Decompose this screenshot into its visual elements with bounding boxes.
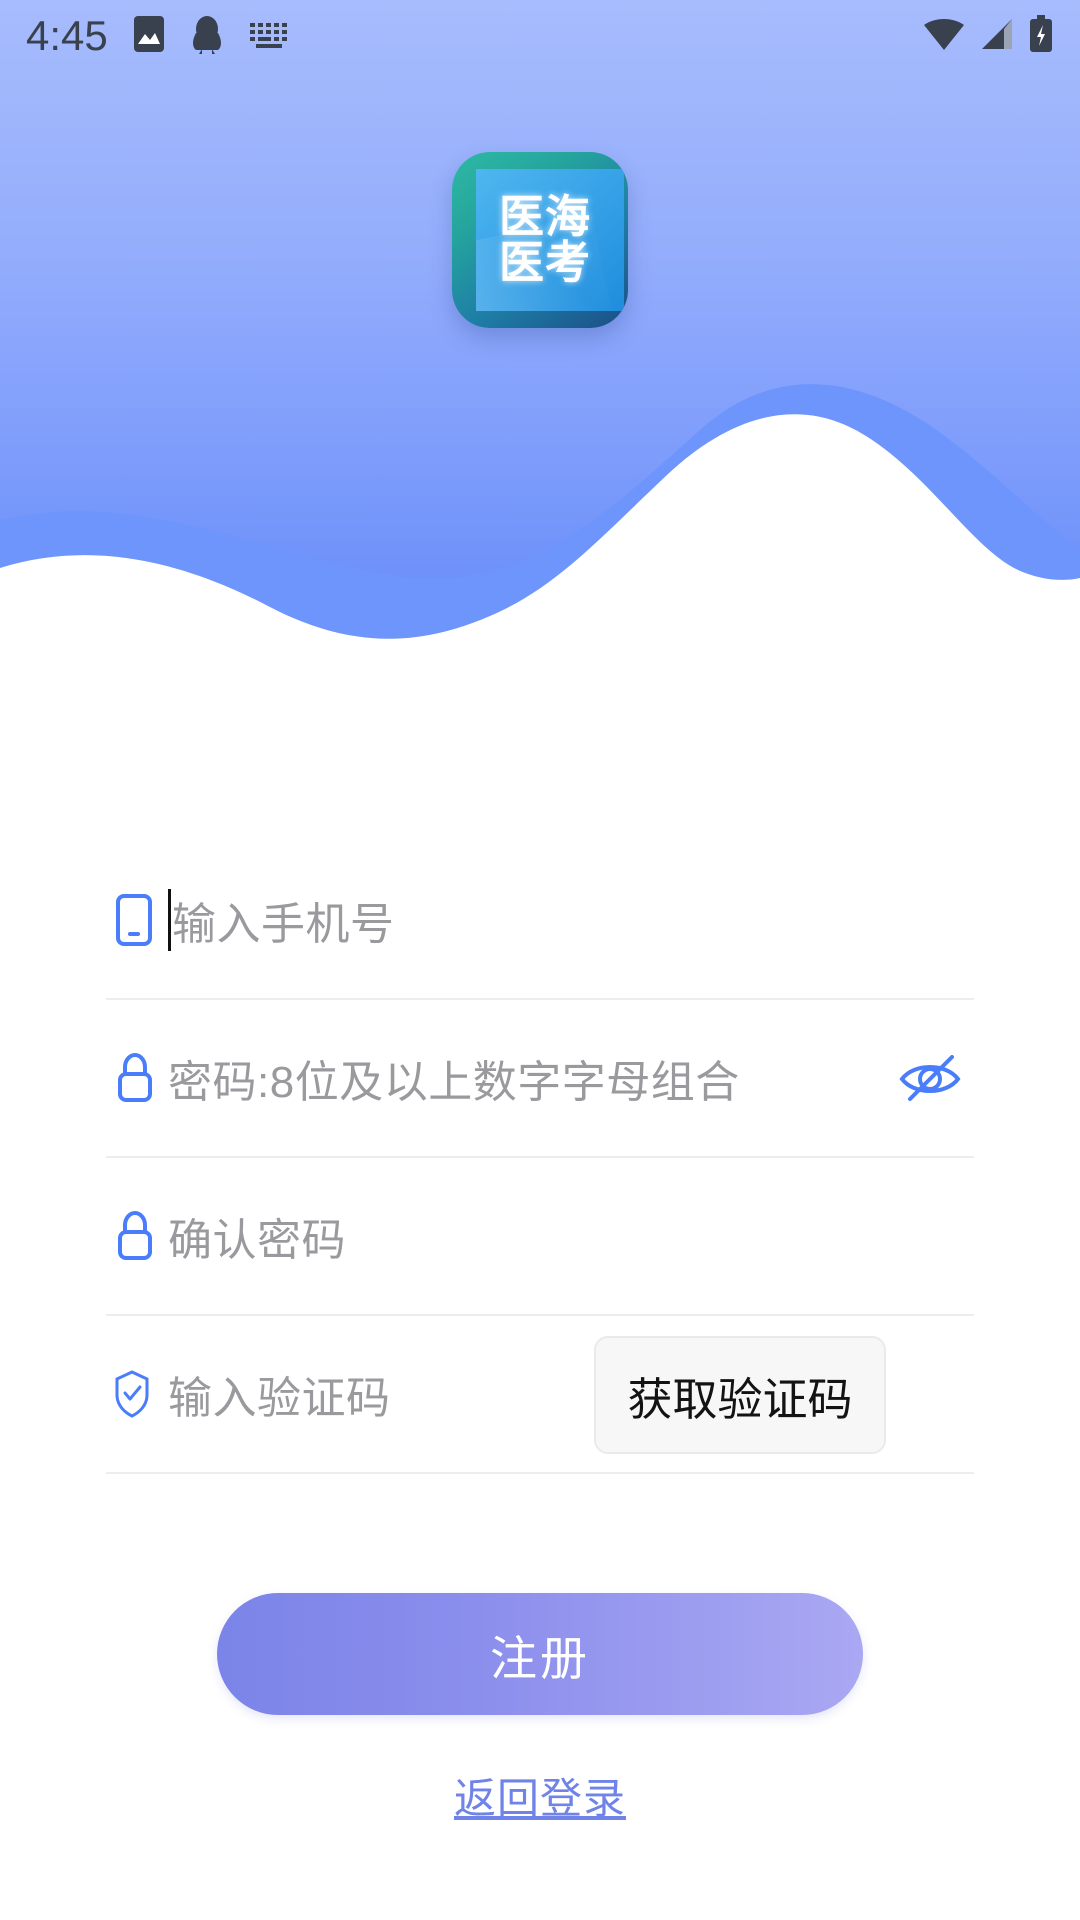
lock-icon [106, 1208, 168, 1264]
mobile-phone-icon [106, 892, 168, 948]
lock-icon [106, 1050, 168, 1106]
phone-placeholder: 输入手机号 [172, 900, 395, 949]
verification-code-placeholder: 输入验证码 [168, 1374, 391, 1423]
confirm-password-input[interactable]: 确认密码 [168, 1158, 974, 1314]
app-logo-text: 医海 医考 [489, 189, 591, 289]
confirm-password-placeholder: 确认密码 [168, 1216, 346, 1265]
send-code-button[interactable]: 获取验证码 [594, 1336, 886, 1454]
password-field-row[interactable]: 密码:8位及以上数字字母组合 [106, 1000, 974, 1158]
status-bar-right [922, 14, 1054, 58]
app-logo-text-line2: 医考 [498, 236, 591, 289]
registration-form: 输入手机号 密码:8位及以上数字字母组合 确认密码 输入验证码 获取验证码 [106, 842, 974, 1474]
verification-code-field-row[interactable]: 输入验证码 获取验证码 [106, 1316, 974, 1474]
hero-header [0, 0, 1080, 690]
phone-input[interactable]: 输入手机号 [168, 842, 974, 998]
status-time: 4:45 [26, 12, 108, 59]
shield-check-icon [106, 1368, 168, 1420]
register-screen: 4:45 医海 医考 输入手机号 密码:8位及以上数字字母组合 确认密码 输入验… [0, 0, 1080, 1920]
password-input[interactable]: 密码:8位及以上数字字母组合 [168, 1000, 884, 1156]
password-placeholder: 密码:8位及以上数字字母组合 [168, 1058, 740, 1107]
wave-decoration [0, 384, 1080, 690]
status-bar-left: 4:45 [26, 13, 294, 60]
phone-field-row[interactable]: 输入手机号 [106, 842, 974, 1000]
back-to-login-link[interactable]: 返回登录 [454, 1765, 626, 1826]
qq-penguin-icon [190, 13, 224, 60]
register-button[interactable]: 注册 [217, 1593, 863, 1715]
app-logo-container: 医海 医考 [0, 152, 1080, 328]
back-to-login-container: 返回登录 [0, 1765, 1080, 1826]
text-caret [168, 889, 171, 951]
status-bar: 4:45 [0, 0, 1080, 72]
cellular-signal-icon [978, 17, 1016, 56]
image-icon [132, 14, 166, 59]
app-logo: 医海 医考 [452, 152, 628, 328]
keyboard-icon [248, 19, 294, 54]
wifi-icon [922, 16, 966, 57]
submit-container: 注册 [0, 1593, 1080, 1715]
eye-off-icon[interactable] [884, 1047, 974, 1109]
app-logo-text-line1: 医海 [498, 189, 591, 243]
confirm-password-field-row[interactable]: 确认密码 [106, 1158, 974, 1316]
battery-charging-icon [1028, 14, 1054, 58]
